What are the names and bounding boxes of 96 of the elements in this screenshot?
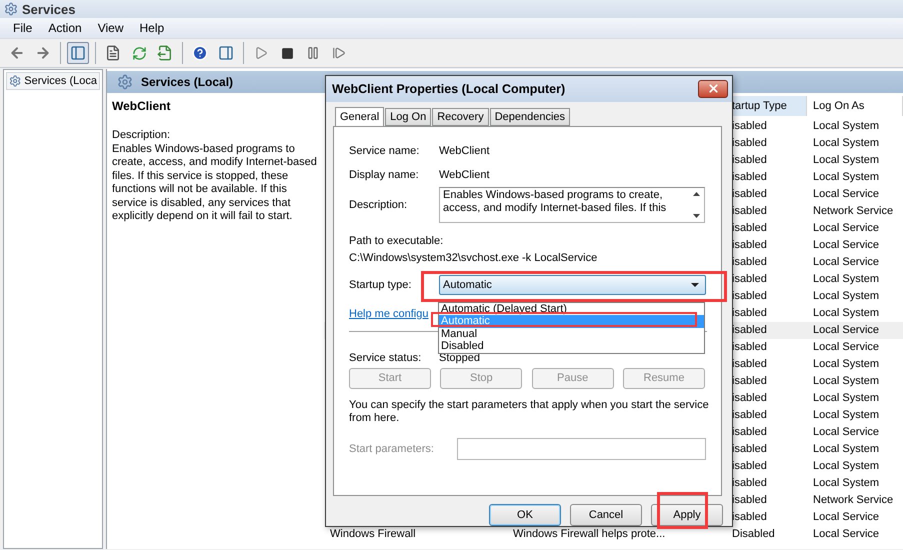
table-cell-text: Local Service (812, 510, 880, 525)
gear-icon (4, 2, 18, 16)
table-cell-text: Local Service (812, 221, 880, 236)
table-cell-text: isabled (731, 153, 768, 168)
table-cell-text: isabled (731, 170, 768, 185)
tree-item[interactable]: Services (Loca (6, 72, 100, 90)
table-cell-text: Local System (812, 476, 880, 491)
menu-item[interactable]: Action (41, 21, 89, 35)
table-cell-text: isabled (731, 374, 768, 389)
field-label: Service name: (349, 144, 420, 159)
scroll-down-icon[interactable] (692, 214, 700, 218)
table-cell-text: isabled (731, 272, 768, 287)
table-cell-text: isabled (731, 391, 768, 406)
window-title: Services (22, 2, 76, 16)
field-label: Service status: (349, 350, 422, 366)
table-cell-text: Local Service (812, 340, 880, 355)
tab[interactable]: Log On (385, 108, 432, 126)
pane-title: Services (Local) (141, 75, 234, 89)
table-cell-text: isabled (731, 357, 768, 372)
table-cell-text: isabled (731, 136, 768, 151)
table-cell-text: Local System (812, 357, 880, 372)
table-cell-text: Local System (812, 374, 880, 389)
dialog-button[interactable]: OK (489, 504, 561, 526)
table-cell-text: isabled (731, 340, 768, 355)
tab[interactable]: General (335, 106, 384, 127)
table-cell-text: isabled (731, 221, 768, 236)
gear-icon (9, 74, 22, 88)
table-cell-text: Local Service (812, 323, 880, 338)
table-cell-text: isabled (731, 476, 768, 491)
menu-item[interactable]: Help (132, 21, 172, 35)
field-value: WebClient (439, 168, 490, 183)
table-cell-text: Local Service (812, 527, 880, 542)
menu-item[interactable]: File (6, 21, 40, 35)
dropdown-option[interactable]: Manual (439, 328, 478, 340)
table-cell-text: Disabled (731, 527, 776, 542)
table-cell-text: Local System (812, 153, 880, 168)
description-box[interactable]: Enables Windows-based programs to create, access, and modify Internet-based files. If this (439, 186, 705, 223)
table-cell-text: Local Service (812, 255, 880, 270)
table-cell-text: Local System (812, 391, 880, 406)
gear-icon (117, 74, 133, 90)
table-cell-text: isabled (731, 493, 768, 508)
table-cell-text: Windows Firewall (329, 527, 417, 542)
table-cell-text: Local System (812, 136, 880, 151)
table-cell-text: Local System (812, 442, 880, 457)
table-cell-text: Local Service (812, 187, 880, 202)
panel-icon[interactable] (67, 42, 89, 64)
table-cell-text: isabled (731, 459, 768, 474)
table-cell-text: isabled (731, 204, 768, 219)
table-cell-text: isabled (731, 408, 768, 423)
dialog-button[interactable]: Apply (651, 504, 723, 526)
table-cell-text: Network Service (812, 493, 894, 508)
field-value: C:\Windows\system32\svchost.exe -k LocalService (349, 250, 598, 266)
table-cell-text: Network Service (812, 204, 894, 219)
field-value: WebClient (439, 144, 490, 159)
field-label: Startup type: (349, 278, 412, 293)
scroll-up-icon[interactable] (692, 192, 700, 196)
table-cell-text: Local System (812, 408, 880, 423)
tab[interactable]: Recovery (432, 108, 489, 126)
field-label: Path to executable: (349, 234, 444, 249)
table-cell-text: isabled (731, 442, 768, 457)
table-cell-text: Local System (812, 289, 880, 304)
table-cell-text: isabled (731, 119, 768, 134)
table-cell-text: Local System (812, 119, 880, 134)
table-cell-text: Local System (812, 170, 880, 185)
startup-dropdown[interactable]: Automatic (439, 274, 706, 295)
table-cell-text: isabled (731, 323, 768, 338)
tab[interactable]: Dependencies (490, 108, 570, 126)
field-value: Stopped (439, 350, 480, 366)
note-text: You can specify the start parameters that apply when you start the service from here. (349, 398, 710, 426)
annotation-frame (657, 492, 708, 529)
help-link[interactable]: Help me configu (349, 306, 428, 322)
caret-icon (691, 282, 699, 287)
dialog-title: WebClient Properties (Local Computer) (332, 82, 566, 96)
description-label: Description: (112, 129, 172, 142)
table-cell-text: Local Service (812, 425, 880, 440)
field-label: Display name: (349, 168, 420, 183)
table-cell-text: isabled (731, 510, 768, 525)
table-cell-text: Local System (812, 272, 880, 287)
table-cell-text: isabled (731, 289, 768, 304)
close-icon (706, 82, 720, 96)
field-label: Start parameters: (349, 442, 435, 457)
table-cell-text: Local System (812, 459, 880, 474)
table-cell-text: isabled (731, 238, 768, 253)
field-label: Description: (349, 198, 408, 213)
dialog-button[interactable]: Cancel (570, 504, 642, 526)
table-cell-text: isabled (731, 425, 768, 440)
menu-item[interactable]: View (90, 21, 130, 35)
table-cell-text: isabled (731, 187, 768, 202)
table-cell-text: Local System (812, 306, 880, 321)
service-name: WebClient (112, 99, 172, 113)
table-cell-text: isabled (731, 255, 768, 270)
description-text: Enables Windows-based programs to create, access, and modify Internet-based files. If this service is stopped, these functions will not be available. If this service is disabled, any services that explicitly depend on it will fail to start. (112, 142, 317, 224)
table-cell-text: Windows Firewall helps prote... (512, 527, 666, 542)
table-cell-text: isabled (731, 306, 768, 321)
table-cell-text: Local Service (812, 238, 880, 253)
close-button[interactable] (698, 80, 728, 98)
